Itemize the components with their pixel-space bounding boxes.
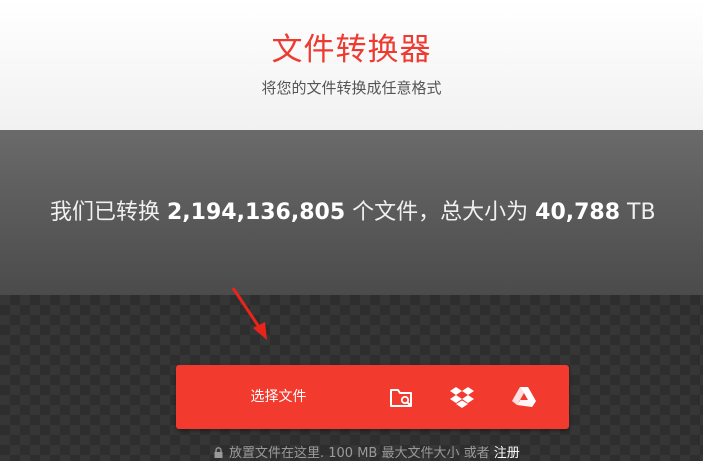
upload-bar: 选择文件 <box>176 365 569 429</box>
size-unit: TB <box>620 200 656 225</box>
dropbox-icon <box>450 387 474 408</box>
register-link[interactable]: 注册 <box>494 446 520 461</box>
stats-middle: 个文件，总大小为 <box>345 200 536 225</box>
page-title: 文件转换器 <box>271 32 432 68</box>
browse-device-button[interactable] <box>372 365 432 429</box>
stats-prefix: 我们已转换 <box>50 200 167 225</box>
drop-note-text: 放置文件在这里. 100 MB 最大文件大小 或者 <box>229 446 494 461</box>
red-arrow-annotation <box>231 287 267 340</box>
lock-icon <box>214 447 223 458</box>
google-drive-icon <box>512 387 536 407</box>
files-count: 2,194,136,805 <box>167 200 346 225</box>
stats-text: 我们已转换 2,194,136,805 个文件，总大小为 40,788 TB <box>50 198 656 228</box>
page-header: 文件转换器 将您的文件转换成任意格式 <box>0 0 703 130</box>
page-subtitle: 将您的文件转换成任意格式 <box>261 79 442 97</box>
total-size: 40,788 <box>535 200 621 225</box>
folder-search-icon <box>390 389 412 407</box>
drop-note: 放置文件在这里. 100 MB 最大文件大小 或者 注册 <box>214 444 520 461</box>
google-drive-button[interactable] <box>494 365 554 429</box>
stats-banner: 我们已转换 2,194,136,805 个文件，总大小为 40,788 TB <box>0 130 703 295</box>
dropbox-button[interactable] <box>432 365 492 429</box>
choose-file-button[interactable]: 选择文件 <box>176 365 381 429</box>
